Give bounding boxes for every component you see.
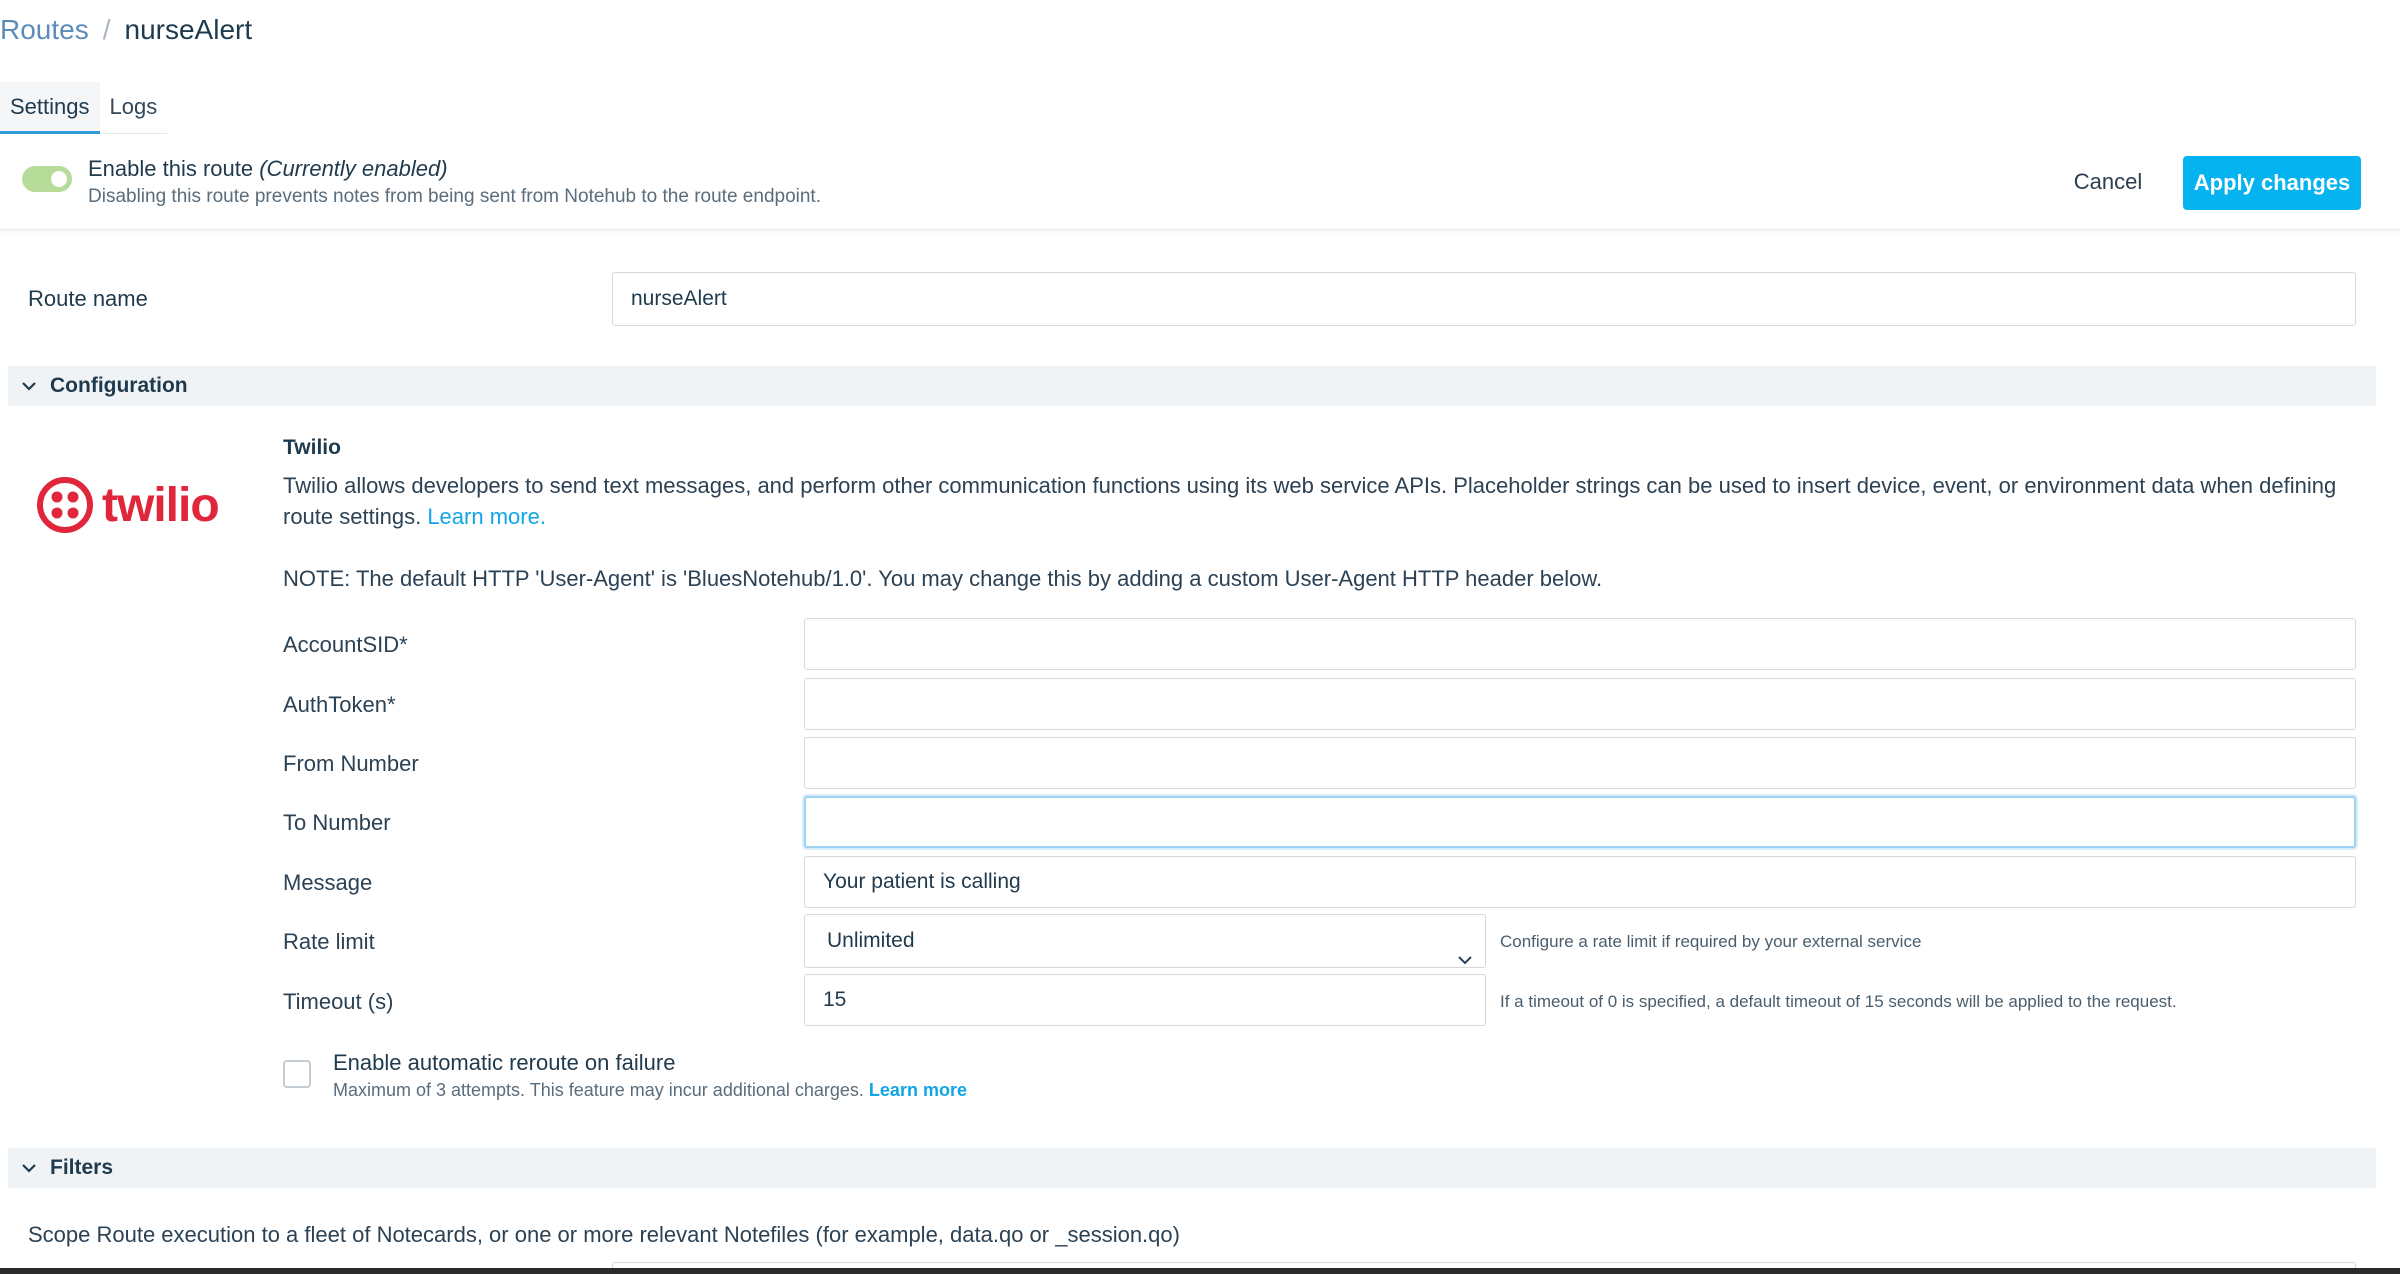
reroute-learn-more-link[interactable]: Learn more: [869, 1080, 967, 1100]
enable-route-status: (Currently enabled): [259, 156, 448, 181]
rate-limit-help: Configure a rate limit if required by yo…: [1500, 932, 1922, 951]
window-bottom-edge: [0, 1268, 2400, 1274]
route-name-label: Route name: [28, 286, 148, 311]
to-number-input[interactable]: [804, 796, 2356, 848]
timeout-help: If a timeout of 0 is specified, a defaul…: [1500, 992, 2177, 1011]
configuration-section-title: Configuration: [50, 374, 188, 397]
twilio-mark-icon: [37, 477, 93, 533]
apply-changes-button[interactable]: Apply changes: [2183, 156, 2361, 210]
rate-limit-label: Rate limit: [283, 929, 375, 954]
message-label: Message: [283, 870, 373, 895]
to-number-label: To Number: [283, 810, 391, 835]
breadcrumb-routes-link[interactable]: Routes: [0, 14, 89, 46]
reroute-description: Maximum of 3 attempts. This feature may …: [333, 1080, 967, 1101]
cancel-button[interactable]: Cancel: [2060, 156, 2156, 208]
reroute-checkbox[interactable]: [283, 1060, 311, 1088]
configuration-section-header[interactable]: Configuration: [8, 366, 2376, 406]
provider-description-text: Twilio allows developers to send text me…: [283, 473, 2337, 529]
provider-description: Twilio allows developers to send text me…: [283, 470, 2363, 532]
message-input[interactable]: [804, 856, 2356, 908]
breadcrumb-current: nurseAlert: [124, 14, 253, 45]
account-sid-input[interactable]: [804, 618, 2356, 670]
account-sid-label: AccountSID*: [283, 632, 408, 657]
from-number-input[interactable]: [804, 737, 2356, 789]
tab-bar: Settings Logs: [0, 82, 168, 134]
filters-section-header[interactable]: Filters: [8, 1148, 2376, 1188]
filters-description: Scope Route execution to a fleet of Note…: [28, 1222, 1180, 1247]
user-agent-note: NOTE: The default HTTP 'User-Agent' is '…: [283, 566, 1603, 591]
filters-section-title: Filters: [50, 1156, 114, 1179]
tab-settings[interactable]: Settings: [0, 82, 100, 134]
rate-limit-selected-value: Unlimited: [827, 929, 915, 952]
chevron-down-icon: [8, 381, 50, 391]
auth-token-label: AuthToken*: [283, 692, 396, 717]
enable-route-description: Disabling this route prevents notes from…: [88, 186, 821, 207]
reroute-description-text: Maximum of 3 attempts. This feature may …: [333, 1080, 864, 1100]
rate-limit-select[interactable]: Unlimited: [804, 914, 1486, 968]
timeout-label: Timeout (s): [283, 989, 394, 1014]
route-name-input[interactable]: [612, 272, 2356, 326]
breadcrumb: Routes / nurseAlert: [0, 14, 252, 46]
twilio-logo: twilio: [36, 476, 220, 534]
learn-more-link[interactable]: Learn more.: [427, 504, 546, 529]
from-number-label: From Number: [283, 751, 419, 776]
tab-logs[interactable]: Logs: [99, 82, 168, 134]
provider-title: Twilio: [283, 436, 341, 459]
enable-route-toggle[interactable]: [22, 166, 72, 192]
toggle-knob: [51, 171, 67, 187]
breadcrumb-separator: /: [102, 14, 111, 45]
twilio-wordmark: twilio: [102, 478, 220, 532]
enable-route-title: Enable this route (Currently enabled): [88, 156, 448, 182]
enable-route-title-text: Enable this route: [88, 156, 260, 181]
chevron-down-icon: [8, 1163, 50, 1173]
enable-route-bar: Enable this route (Currently enabled) Di…: [0, 140, 2400, 230]
reroute-title: Enable automatic reroute on failure: [333, 1050, 676, 1075]
timeout-input[interactable]: [804, 974, 1486, 1026]
auth-token-input[interactable]: [804, 678, 2356, 730]
